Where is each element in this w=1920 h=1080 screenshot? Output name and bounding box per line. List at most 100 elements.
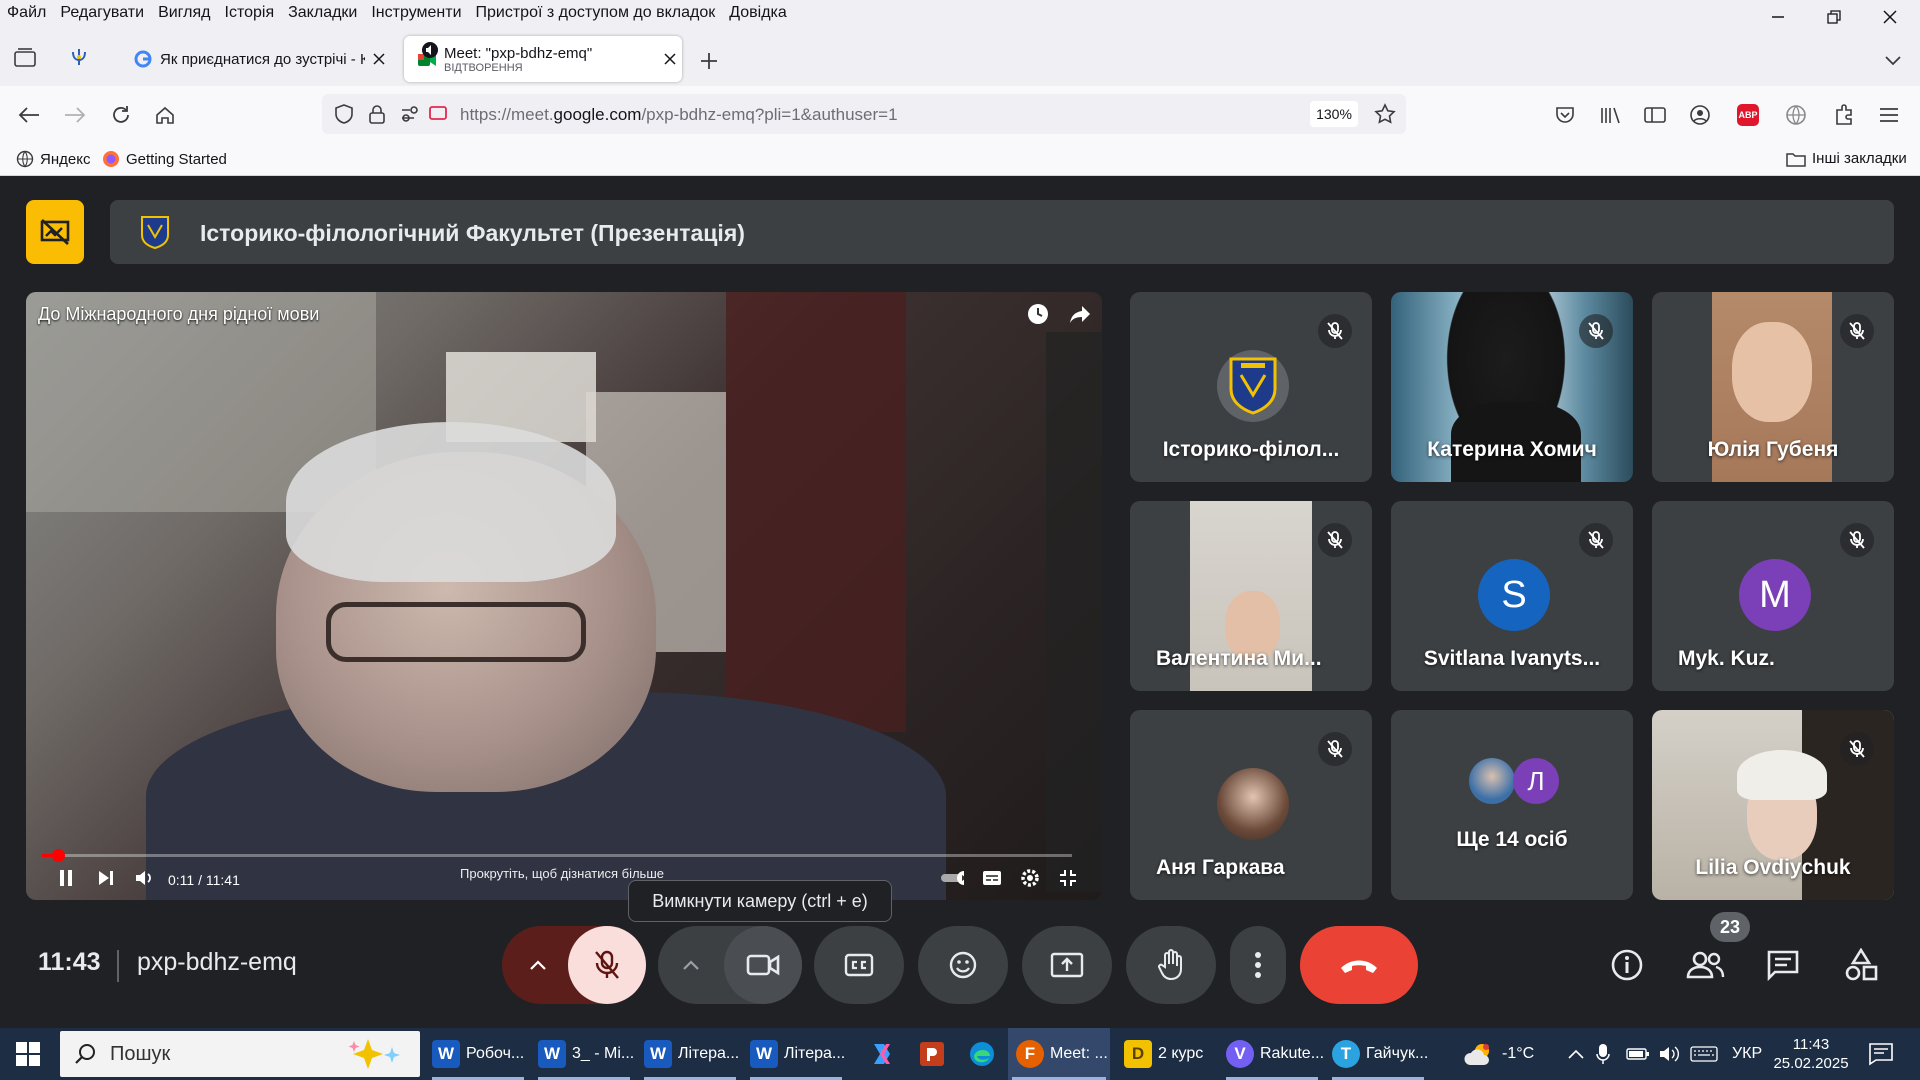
taskbar-word-3[interactable]: W Літера...	[640, 1028, 740, 1080]
menu-synced-tabs[interactable]: Пристрої з доступом до вкладок	[469, 4, 723, 22]
more-options-button[interactable]	[1230, 926, 1286, 1004]
participant-tile[interactable]: M Myk. Kuz.	[1652, 501, 1894, 691]
translate-extension-button[interactable]	[1781, 100, 1811, 130]
taskbar-powerpoint[interactable]	[910, 1028, 954, 1080]
menu-bookmarks[interactable]: Закладки	[281, 4, 364, 22]
app-menu-button[interactable]	[1874, 100, 1904, 130]
meeting-code[interactable]: pxp-bdhz-emq	[137, 948, 297, 977]
participant-tile[interactable]: Аня Гаркава	[1130, 710, 1372, 900]
participant-tile[interactable]: Історико-філол...	[1130, 292, 1372, 482]
library-button[interactable]	[1596, 100, 1626, 130]
taskbar-clock[interactable]: 11:43 25.02.2025	[1773, 1028, 1848, 1080]
video-settings-button[interactable]	[1018, 866, 1042, 890]
stop-presenting-badge[interactable]	[26, 200, 84, 264]
screen-sharing-icon[interactable]	[428, 105, 448, 123]
weather-widget[interactable]: -1°C	[1464, 1028, 1534, 1080]
url-bar[interactable]: https://meet.google.com/pxp-bdhz-emq?pli…	[322, 94, 1406, 134]
participant-tile[interactable]: Катерина Хомич	[1391, 292, 1633, 482]
menu-file[interactable]: Файл	[0, 4, 53, 22]
taskbar-copilot[interactable]	[860, 1028, 904, 1080]
menu-history[interactable]: Історія	[218, 4, 282, 22]
pause-button[interactable]	[54, 866, 78, 890]
taskbar-search[interactable]: Пошук	[60, 1031, 420, 1077]
taskbar-edge[interactable]	[960, 1028, 1004, 1080]
url-text[interactable]: https://meet.google.com/pxp-bdhz-emq?pli…	[460, 105, 898, 125]
bookmark-getting-started[interactable]: Getting Started	[102, 150, 227, 168]
taskbar-word-2[interactable]: W 3_ - Мі...	[534, 1028, 634, 1080]
presented-video[interactable]: До Міжнародного дня рідної мови 0:11 / 1…	[26, 292, 1102, 900]
menu-view[interactable]: Вигляд	[151, 4, 217, 22]
participant-tile[interactable]: Lilia Ovdiychuk	[1652, 710, 1894, 900]
video-progress-bar[interactable]	[42, 849, 1072, 862]
watch-later-button[interactable]	[1026, 302, 1050, 326]
bookmark-yandex[interactable]: Яндекс	[16, 150, 90, 168]
input-language[interactable]: УКР	[1732, 1028, 1762, 1080]
share-video-button[interactable]	[1068, 302, 1092, 326]
notifications-button[interactable]	[1868, 1028, 1894, 1080]
tab-manager-button[interactable]	[10, 42, 40, 72]
start-button[interactable]	[16, 1042, 40, 1071]
subtitles-button[interactable]	[980, 866, 1004, 890]
exit-fullscreen-button[interactable]	[1056, 866, 1080, 890]
shield-icon[interactable]	[334, 104, 354, 124]
tab-meet[interactable]: Meet: "pxp-bdhz-emq" ВІДТВОРЕННЯ	[404, 36, 682, 82]
new-tab-button[interactable]	[694, 46, 724, 76]
speaker-playing-icon[interactable]	[422, 42, 438, 58]
microphone-tray-icon-button[interactable]	[1596, 1028, 1610, 1080]
taskbar-telegram[interactable]: T Гайчук...	[1328, 1028, 1428, 1080]
present-screen-button[interactable]	[1022, 926, 1112, 1004]
microphone-toggle-button[interactable]	[568, 926, 646, 1004]
captions-button[interactable]	[814, 926, 904, 1004]
video-title[interactable]: До Міжнародного дня рідної мови	[38, 304, 319, 325]
bookmark-star-icon[interactable]	[1374, 103, 1396, 125]
close-tab-icon[interactable]	[664, 53, 676, 65]
video-scrubber[interactable]	[52, 849, 66, 862]
forward-button[interactable]	[60, 100, 90, 130]
extensions-button[interactable]	[1830, 100, 1860, 130]
taskbar-viber[interactable]: V Rakute...	[1222, 1028, 1324, 1080]
pinned-tab[interactable]	[64, 42, 94, 72]
more-participants-tile[interactable]: Л Ще 14 осіб	[1391, 710, 1633, 900]
keyboard-tray-button[interactable]	[1690, 1028, 1718, 1080]
camera-toggle-button[interactable]	[724, 926, 802, 1004]
next-video-button[interactable]	[94, 866, 118, 890]
account-button[interactable]	[1685, 100, 1715, 130]
taskbar-firefox[interactable]: F Meet: ...	[1008, 1028, 1110, 1080]
adblock-plus-button[interactable]: ABP	[1733, 100, 1763, 130]
menu-tools[interactable]: Інструменти	[364, 4, 468, 22]
video-options-button[interactable]	[658, 926, 724, 1004]
permissions-icon[interactable]	[400, 105, 420, 123]
menu-edit[interactable]: Редагувати	[53, 4, 151, 22]
menu-help[interactable]: Довідка	[722, 4, 794, 22]
reactions-button[interactable]	[918, 926, 1008, 1004]
activities-button[interactable]	[1836, 940, 1886, 990]
home-button[interactable]	[150, 100, 180, 130]
other-bookmarks[interactable]: Інші закладки	[1786, 150, 1907, 167]
participant-tile[interactable]: Юлія Губеня	[1652, 292, 1894, 482]
volume-button[interactable]	[132, 866, 156, 890]
taskbar-word-4[interactable]: W Літера...	[746, 1028, 846, 1080]
raise-hand-button[interactable]	[1126, 926, 1216, 1004]
zoom-reset-button[interactable]: 130%	[1310, 101, 1358, 127]
participant-tile[interactable]: S Svitlana Ivanyts...	[1391, 501, 1633, 691]
pocket-button[interactable]	[1550, 100, 1580, 130]
taskbar-explorer[interactable]: D 2 курс	[1118, 1028, 1218, 1080]
list-all-tabs-button[interactable]	[1878, 46, 1908, 76]
chat-button[interactable]	[1758, 940, 1808, 990]
volume-tray-button[interactable]	[1658, 1028, 1682, 1080]
people-button[interactable]	[1680, 940, 1730, 990]
participant-tile[interactable]: Валентина Ми...	[1130, 501, 1372, 691]
close-tab-icon[interactable]	[373, 53, 385, 65]
battery-tray-button[interactable]	[1626, 1028, 1650, 1080]
reload-button[interactable]	[106, 100, 136, 130]
show-hidden-icons-button[interactable]	[1568, 1028, 1584, 1080]
scroll-for-more-hint[interactable]: Прокрутіть, щоб дізнатися більше	[460, 866, 664, 881]
autoplay-toggle[interactable]	[940, 866, 964, 890]
lock-icon[interactable]	[368, 104, 386, 124]
sidebar-button[interactable]	[1640, 100, 1670, 130]
leave-call-button[interactable]	[1300, 926, 1418, 1004]
meeting-details-button[interactable]	[1602, 940, 1652, 990]
back-button[interactable]	[14, 100, 44, 130]
tab-join-help[interactable]: Як приєднатися до зустрічі - К	[122, 36, 392, 82]
taskbar-word-1[interactable]: W Робоч...	[428, 1028, 528, 1080]
